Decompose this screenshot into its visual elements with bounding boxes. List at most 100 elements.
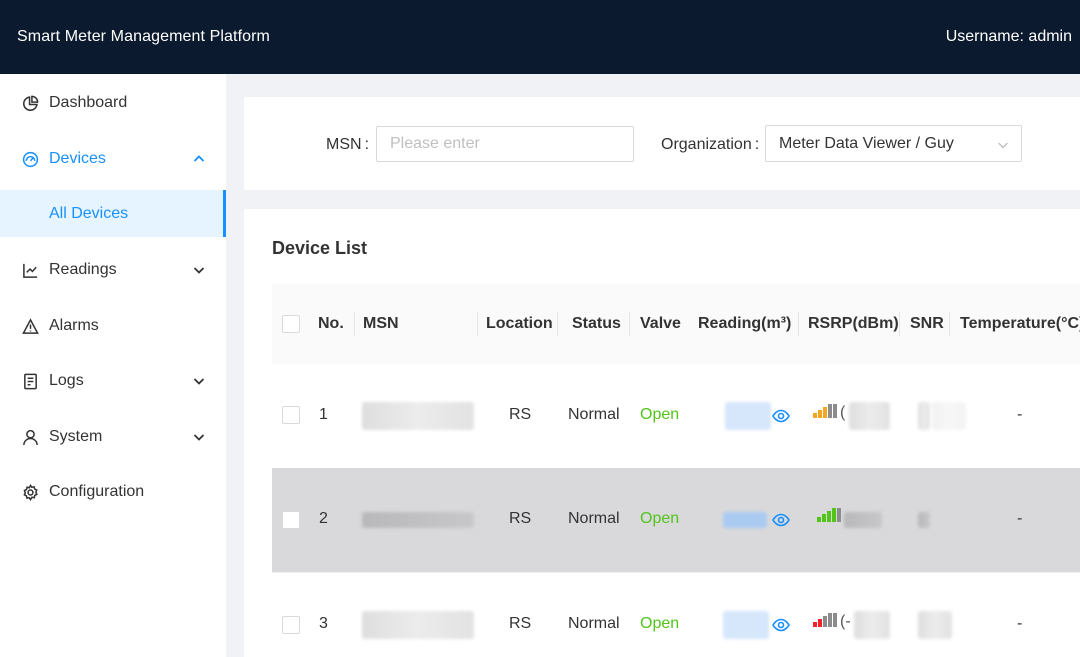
row-valve: Open xyxy=(640,406,680,423)
row-checkbox[interactable] xyxy=(282,616,300,634)
signal-bar xyxy=(828,404,832,418)
table-row[interactable]: 2 RS Normal Open - xyxy=(272,468,1080,573)
row-valve: Open xyxy=(640,510,680,527)
redacted-reading xyxy=(723,512,767,528)
column-header-temperature: Temperature(°C) xyxy=(960,315,1080,332)
row-status: Normal xyxy=(568,510,620,527)
column-header-msn: MSN xyxy=(363,315,399,332)
table-row[interactable]: 1 RS Normal Open ( - xyxy=(272,364,1080,469)
sidebar-item-system[interactable]: System xyxy=(0,409,226,465)
row-status: Normal xyxy=(568,615,620,632)
signal-bar xyxy=(823,616,827,627)
redacted-msn xyxy=(362,611,474,639)
sidebar-item-label: Readings xyxy=(49,261,117,278)
username-display[interactable]: Username: admin xyxy=(946,28,1072,46)
chevron-up-icon xyxy=(192,152,206,166)
redacted-rsrp xyxy=(849,402,890,430)
column-divider xyxy=(899,312,900,336)
sidebar: Dashboard Devices All Devices Readings A… xyxy=(0,74,226,657)
signal-bar xyxy=(828,613,832,627)
sidebar-item-configuration[interactable]: Configuration xyxy=(0,464,226,520)
device-list-title: Device List xyxy=(272,238,368,258)
row-number: 1 xyxy=(319,406,328,423)
rsrp-value-prefix: (- xyxy=(840,613,851,630)
signal-bar xyxy=(813,413,817,418)
signal-bar xyxy=(833,613,837,627)
msn-label: MSN: xyxy=(326,136,370,153)
user-icon xyxy=(21,428,39,446)
column-divider xyxy=(949,312,950,336)
sidebar-item-devices[interactable]: Devices xyxy=(0,131,226,187)
sidebar-subitem-all-devices[interactable]: All Devices xyxy=(0,190,226,237)
rsrp-value-prefix: ( xyxy=(840,404,846,421)
select-all-checkbox[interactable] xyxy=(282,315,300,333)
row-valve: Open xyxy=(640,615,680,632)
signal-bar xyxy=(817,517,821,522)
signal-strength-icon xyxy=(813,613,837,627)
redacted-msn xyxy=(362,512,474,528)
organization-label: Organization: xyxy=(661,136,760,153)
redacted-reading xyxy=(725,402,771,430)
table-row[interactable]: 3 RS Normal Open (- - xyxy=(272,573,1080,657)
signal-bar xyxy=(813,622,817,627)
signal-bar xyxy=(822,514,826,522)
chevron-down-icon xyxy=(997,138,1009,150)
column-divider xyxy=(798,312,799,336)
sidebar-item-logs[interactable]: Logs xyxy=(0,353,226,409)
redacted-snr xyxy=(918,512,930,528)
column-divider xyxy=(557,312,558,336)
column-divider xyxy=(354,312,355,336)
column-header-status: Status xyxy=(572,315,621,332)
sidebar-item-label: System xyxy=(49,428,103,445)
row-checkbox[interactable] xyxy=(282,406,300,424)
signal-bar xyxy=(827,511,831,522)
column-header-valve: Valve xyxy=(640,315,681,332)
filter-panel: MSN: Organization: Meter Data Viewer / G… xyxy=(244,97,1080,190)
warning-icon xyxy=(21,317,39,335)
organization-select[interactable]: Meter Data Viewer / Guy xyxy=(765,125,1022,162)
row-number: 2 xyxy=(319,510,328,527)
eye-icon[interactable] xyxy=(772,616,790,634)
sidebar-item-label: Alarms xyxy=(49,317,99,334)
msn-search-input[interactable] xyxy=(376,126,634,162)
row-location: RS xyxy=(509,406,532,423)
chevron-down-icon xyxy=(192,430,206,444)
organization-select-value: Meter Data Viewer / Guy xyxy=(779,135,954,152)
sidebar-item-dashboard[interactable]: Dashboard xyxy=(0,75,226,131)
sidebar-item-label: Dashboard xyxy=(49,94,128,111)
column-header-snr: SNR xyxy=(910,315,944,332)
column-header-rsrp: RSRP(dBm) xyxy=(808,315,899,332)
row-checkbox[interactable] xyxy=(282,511,300,529)
signal-bar xyxy=(833,404,837,418)
top-header: Smart Meter Management Platform Username… xyxy=(0,0,1080,74)
document-icon xyxy=(21,372,39,390)
line-chart-icon xyxy=(21,261,39,279)
signal-bar xyxy=(823,407,827,418)
dashboard-gauge-icon xyxy=(21,150,39,168)
column-divider xyxy=(629,312,630,336)
sidebar-item-label: Devices xyxy=(49,150,106,167)
signal-bar xyxy=(818,619,822,627)
signal-strength-icon xyxy=(817,508,841,522)
column-header-reading: Reading(m³) xyxy=(698,315,792,332)
redacted-snr xyxy=(918,402,930,430)
row-status: Normal xyxy=(568,406,620,423)
table-header: No. MSN Location Status Valve Reading(m³… xyxy=(272,284,1080,364)
eye-icon[interactable] xyxy=(772,511,790,529)
sidebar-item-alarms[interactable]: Alarms xyxy=(0,298,226,354)
sidebar-item-readings[interactable]: Readings xyxy=(0,242,226,298)
device-list-panel: Device List No. MSN Location Status Valv… xyxy=(244,209,1080,657)
signal-strength-icon xyxy=(813,404,837,418)
row-number: 3 xyxy=(319,615,328,632)
redacted-rsrp xyxy=(854,611,890,639)
eye-icon[interactable] xyxy=(772,407,790,425)
signal-bar xyxy=(832,508,836,522)
redacted-snr-extra xyxy=(932,402,966,430)
redacted-reading xyxy=(723,611,769,639)
row-location: RS xyxy=(509,510,532,527)
sidebar-item-label: Logs xyxy=(49,372,84,389)
redacted-msn xyxy=(362,402,474,430)
chevron-down-icon xyxy=(192,374,206,388)
column-divider xyxy=(477,312,478,336)
app-title: Smart Meter Management Platform xyxy=(17,28,270,45)
